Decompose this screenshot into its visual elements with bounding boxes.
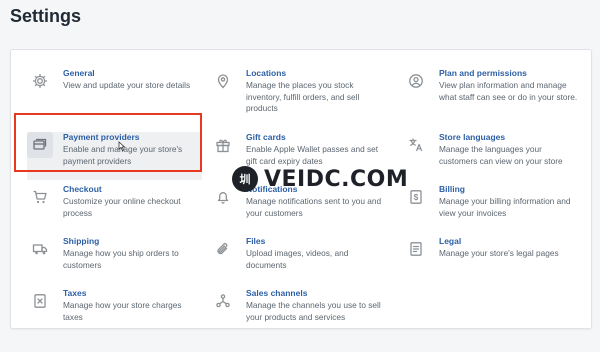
location-pin-icon: [210, 68, 236, 94]
settings-item-title[interactable]: Store languages: [439, 132, 578, 143]
settings-item-title[interactable]: Plan and permissions: [439, 68, 578, 79]
watermark: 圳 VEIDC.COM: [232, 163, 408, 195]
translate-icon: [403, 132, 429, 158]
settings-item-title[interactable]: Taxes: [63, 288, 202, 299]
settings-item-desc: Manage notifications sent to you and you…: [246, 196, 382, 218]
settings-item-locations[interactable]: Locations Manage the places you stock in…: [210, 68, 385, 128]
settings-item-desc: Customize your online checkout process: [63, 196, 181, 218]
settings-item-title[interactable]: Files: [246, 236, 385, 247]
settings-item-title[interactable]: Billing: [439, 184, 578, 195]
settings-item-store-languages[interactable]: Store languages Manage the languages you…: [403, 132, 578, 180]
settings-item-title[interactable]: Gift cards: [246, 132, 385, 143]
settings-item-checkout[interactable]: Checkout Customize your online checkout …: [27, 184, 202, 232]
settings-item-desc: Manage your store's legal pages: [439, 248, 559, 258]
settings-item-files[interactable]: Files Upload images, videos, and documen…: [210, 236, 385, 284]
hand-cursor-icon: [118, 141, 126, 152]
share-nodes-icon: [210, 288, 236, 314]
settings-item-taxes[interactable]: Taxes Manage how your store charges taxe…: [27, 288, 202, 336]
settings-item-desc: Manage how your store charges taxes: [63, 300, 182, 322]
page-title: Settings: [10, 6, 82, 26]
settings-item-sales-channels[interactable]: Sales channels Manage the channels you u…: [210, 288, 385, 336]
truck-icon: [27, 236, 53, 262]
settings-item-general[interactable]: General View and update your store detai…: [27, 68, 202, 116]
watermark-logo: 圳: [232, 166, 258, 192]
settings-item-desc: Upload images, videos, and documents: [246, 248, 349, 270]
tax-doc-icon: [27, 288, 53, 314]
settings-item-title[interactable]: Legal: [439, 236, 578, 247]
watermark-text: VEIDC.COM: [264, 166, 409, 192]
cart-icon: [27, 184, 53, 210]
settings-item-title[interactable]: Sales channels: [246, 288, 385, 299]
settings-item-desc: Manage how you ship orders to customers: [63, 248, 179, 270]
settings-item-billing[interactable]: $ Billing Manage your billing informatio…: [403, 184, 578, 232]
settings-item-title[interactable]: Shipping: [63, 236, 202, 247]
paperclip-icon: [210, 236, 236, 262]
settings-item-desc: View plan information and manage what st…: [439, 80, 578, 102]
user-circle-icon: [403, 68, 429, 94]
legal-doc-icon: [403, 236, 429, 262]
settings-item-desc: Manage the languages your customers can …: [439, 144, 563, 166]
gift-icon: [210, 132, 236, 158]
settings-item-title[interactable]: Locations: [246, 68, 385, 79]
settings-item-title[interactable]: General: [63, 68, 202, 79]
settings-item-desc: Manage the places you stock inventory, f…: [246, 80, 360, 113]
settings-item-desc: Manage your billing information and view…: [439, 196, 571, 218]
svg-text:$: $: [414, 193, 419, 202]
settings-item-title[interactable]: Checkout: [63, 184, 202, 195]
settings-item-desc: View and update your store details: [63, 80, 191, 90]
settings-item-shipping[interactable]: Shipping Manage how you ship orders to c…: [27, 236, 202, 284]
settings-item-plan-permissions[interactable]: Plan and permissions View plan informati…: [403, 68, 578, 128]
gear-icon: [27, 68, 53, 94]
highlight-box: [14, 113, 202, 172]
settings-item-legal[interactable]: Legal Manage your store's legal pages: [403, 236, 578, 284]
settings-item-desc: Manage the channels you use to sell your…: [246, 300, 381, 322]
